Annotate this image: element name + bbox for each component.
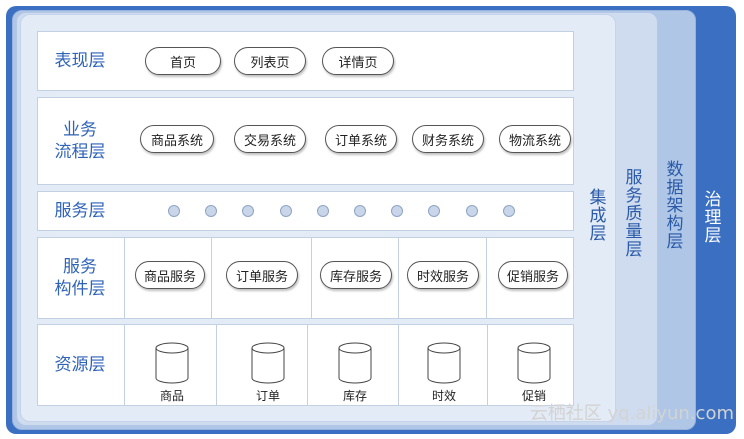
presentation-layer-row: 表现层 首页 列表页 详情页	[37, 31, 574, 91]
service-node	[503, 205, 515, 217]
column-divider	[487, 325, 488, 405]
service-node	[280, 205, 292, 217]
service-node	[391, 205, 403, 217]
presentation-item-detail: 详情页	[322, 47, 394, 75]
column-divider	[307, 325, 308, 405]
component-timeliness-service: 时效服务	[407, 261, 479, 289]
column-divider	[486, 238, 487, 318]
integration-layer-label: 集成层	[585, 188, 606, 242]
service-layer-row: 服务层	[37, 191, 574, 231]
component-promotion-service: 促销服务	[498, 261, 568, 289]
watermark: 云栖社区 yq.aliyun.com	[529, 403, 734, 424]
column-divider	[311, 238, 312, 318]
database-icon	[338, 342, 372, 384]
database-icon	[517, 342, 551, 384]
service-component-layer-row: 服务 构件层 商品服务 订单服务 库存服务 时效服务 促销服务	[37, 237, 574, 319]
resource-timeliness-label: 时效	[431, 389, 456, 403]
database-icon	[155, 342, 189, 384]
column-divider	[124, 238, 125, 318]
service-node	[428, 205, 440, 217]
column-divider	[398, 325, 399, 405]
column-divider	[124, 325, 125, 405]
business-system-order: 订单系统	[325, 125, 397, 153]
database-icon	[251, 342, 285, 384]
service-layer-label: 服务层	[54, 201, 106, 221]
service-node	[466, 205, 478, 217]
presentation-item-list: 列表页	[234, 47, 306, 75]
governance-layer-label: 治理层	[700, 190, 721, 244]
service-component-layer-label: 服务 构件层	[54, 257, 106, 299]
resource-inventory-label: 库存	[342, 389, 367, 403]
resource-layer-row: 资源层 商品 订单 库存 时效 促销	[37, 324, 574, 406]
service-node	[205, 205, 217, 217]
service-quality-layer-label: 服务质量层	[621, 168, 642, 258]
service-node	[242, 205, 254, 217]
business-system-logistics: 物流系统	[499, 125, 571, 153]
presentation-item-home: 首页	[145, 47, 221, 75]
resource-layer-label: 资源层	[54, 355, 106, 375]
column-divider	[211, 238, 212, 318]
business-process-layer-label: 业务 流程层	[54, 120, 106, 162]
presentation-layer-label: 表现层	[54, 51, 106, 71]
component-inventory-service: 库存服务	[320, 261, 392, 289]
database-icon	[427, 342, 461, 384]
column-divider	[398, 238, 399, 318]
service-node	[317, 205, 329, 217]
service-node	[354, 205, 366, 217]
business-system-goods: 商品系统	[140, 125, 214, 153]
business-system-trade: 交易系统	[234, 125, 306, 153]
business-process-layer-row: 业务 流程层 商品系统 交易系统 订单系统 财务系统 物流系统	[37, 97, 574, 185]
business-system-finance: 财务系统	[412, 125, 484, 153]
data-architecture-layer-label: 数据架构层	[662, 160, 683, 250]
resource-goods-label: 商品	[159, 389, 184, 403]
resource-order-label: 订单	[255, 389, 280, 403]
column-divider	[216, 325, 217, 405]
component-goods-service: 商品服务	[135, 261, 205, 289]
service-node	[168, 205, 180, 217]
component-order-service: 订单服务	[226, 261, 298, 289]
